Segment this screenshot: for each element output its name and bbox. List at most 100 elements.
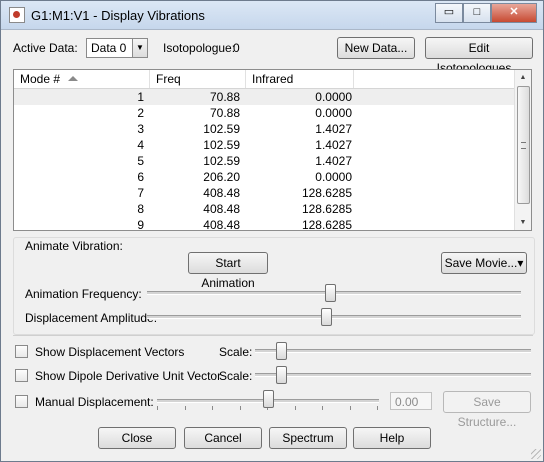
slider-tick: [322, 406, 323, 410]
minimize-button[interactable]: ▭: [435, 3, 463, 23]
dipole-scale-slider[interactable]: [276, 366, 288, 384]
displacement-amplitude-label: Displacement Amplitude:: [25, 311, 158, 325]
edit-isotopologues-button[interactable]: Edit Isotopologues...: [425, 37, 533, 75]
displacement-scale-track[interactable]: [255, 349, 531, 353]
separator: [13, 335, 533, 336]
table-row[interactable]: 1 70.88 0.0000: [14, 89, 514, 105]
freq-cell: 206.20: [203, 170, 240, 184]
table-row[interactable]: 2 70.88 0.0000: [14, 105, 514, 121]
show-displacement-vectors-label: Show Displacement Vectors: [35, 345, 185, 359]
scrollbar-thumb[interactable]: [517, 86, 530, 204]
scroll-up-icon[interactable]: ▲: [515, 70, 531, 85]
slider-tick: [184, 406, 186, 410]
animation-frequency-slider[interactable]: [324, 284, 336, 302]
table-row[interactable]: 6 206.20 0.0000: [14, 169, 514, 185]
animation-frequency-label: Animation Frequency:: [25, 287, 142, 301]
chevron-down-icon: ▼: [132, 39, 147, 57]
manual-displacement-slider[interactable]: [262, 390, 274, 408]
table-row[interactable]: 5 102.59 1.4027: [14, 153, 514, 169]
dropdown-arrow-icon: ▾: [517, 256, 524, 270]
table-row[interactable]: 3 102.59 1.4027: [14, 121, 514, 137]
displacement-amplitude-slider[interactable]: [321, 308, 333, 326]
mode-cell: 5: [137, 154, 144, 168]
slider-tick: [212, 406, 213, 410]
slider-tick: [239, 406, 241, 410]
dipole-scale-track[interactable]: [255, 373, 531, 377]
infrared-cell: 1.4027: [315, 122, 352, 136]
vibrations-table[interactable]: Mode # Freq Infrared 1 70.88 0.0000 2 70.88 0…: [13, 69, 532, 231]
show-dipole-derivative-checkbox[interactable]: [15, 369, 28, 382]
scale-label: Scale:: [219, 369, 253, 383]
start-animation-button[interactable]: Start Animation: [188, 252, 268, 290]
gaussview-icon: [9, 7, 25, 23]
freq-cell: 102.59: [203, 138, 240, 152]
freq-cell: 102.59: [203, 122, 240, 136]
active-data-value: Data 0: [91, 41, 127, 55]
infrared-cell: 0.0000: [315, 170, 352, 184]
mode-cell: 8: [137, 202, 144, 216]
infrared-cell: 128.6285: [301, 218, 352, 231]
freq-cell: 70.88: [209, 90, 240, 104]
save-movie-button[interactable]: Save Movie...▾: [441, 252, 527, 274]
table-row[interactable]: 9 408.48 128.6285: [14, 217, 514, 231]
title-bar[interactable]: G1:M1:V1 - Display Vibrations ▭ □ ✕: [1, 1, 543, 30]
freq-cell: 70.88: [209, 106, 240, 120]
minimize-icon: ▭: [443, 6, 455, 18]
scale-label: Scale:: [219, 345, 253, 359]
cancel-button[interactable]: Cancel: [184, 427, 262, 449]
table-row[interactable]: 7 408.48 128.6285: [14, 185, 514, 201]
column-header-mode[interactable]: Mode #: [14, 70, 150, 88]
slider-tick: [294, 406, 296, 410]
window-title: G1:M1:V1 - Display Vibrations: [31, 8, 205, 23]
displacement-amplitude-track[interactable]: [147, 315, 521, 319]
mode-cell: 3: [137, 122, 144, 136]
save-structure-button[interactable]: Save Structure...: [443, 391, 531, 429]
new-data-button[interactable]: New Data...: [337, 37, 415, 59]
column-header-infrared[interactable]: Infrared: [246, 70, 354, 88]
manual-displacement-value[interactable]: 0.00: [390, 392, 432, 410]
mode-cell: 7: [137, 186, 144, 200]
isotopologue-label: Isotopologue:: [163, 41, 236, 55]
show-dipole-derivative-label: Show Dipole Derivative Unit Vector: [35, 369, 222, 383]
show-displacement-vectors-checkbox[interactable]: [15, 345, 28, 358]
infrared-cell: 128.6285: [301, 202, 352, 216]
slider-tick: [349, 406, 351, 410]
column-header-label: Mode #: [20, 72, 61, 86]
display-vibrations-window: G1:M1:V1 - Display Vibrations ▭ □ ✕ Acti…: [0, 0, 544, 462]
infrared-cell: 1.4027: [315, 138, 352, 152]
freq-cell: 408.48: [203, 186, 240, 200]
manual-displacement-checkbox[interactable]: [15, 395, 28, 408]
mode-cell: 4: [137, 138, 144, 152]
infrared-cell: 0.0000: [315, 106, 352, 120]
close-window-button[interactable]: ✕: [491, 3, 537, 23]
column-header-label: Infrared: [252, 72, 294, 86]
close-button[interactable]: Close: [98, 427, 176, 449]
table-row[interactable]: 8 408.48 128.6285: [14, 201, 514, 217]
mode-cell: 2: [137, 106, 144, 120]
resize-grip-icon[interactable]: [531, 449, 541, 459]
spectrum-button[interactable]: Spectrum: [269, 427, 347, 449]
save-movie-label: Save Movie...: [444, 256, 518, 270]
mode-cell: 1: [137, 90, 144, 104]
freq-cell: 102.59: [203, 154, 240, 168]
infrared-cell: 1.4027: [315, 154, 352, 168]
infrared-cell: 0.0000: [315, 90, 352, 104]
column-header-label: Freq: [156, 72, 181, 86]
column-header-freq[interactable]: Freq: [150, 70, 246, 88]
active-data-select[interactable]: Data 0 ▼: [86, 38, 148, 58]
maximize-button[interactable]: □: [463, 3, 491, 23]
mode-cell: 6: [137, 170, 144, 184]
scroll-down-icon[interactable]: ▼: [515, 215, 531, 230]
table-row[interactable]: 4 102.59 1.4027: [14, 137, 514, 153]
slider-tick: [157, 406, 158, 410]
active-data-label: Active Data:: [13, 41, 78, 55]
table-header: Mode # Freq Infrared: [14, 70, 514, 89]
mode-cell: 9: [137, 218, 144, 231]
table-scrollbar[interactable]: ▲ ▼: [514, 70, 531, 230]
help-button[interactable]: Help: [353, 427, 431, 449]
grip-icon: [521, 142, 526, 149]
maximize-icon: □: [473, 6, 481, 18]
slider-tick: [377, 406, 378, 410]
displacement-scale-slider[interactable]: [276, 342, 288, 360]
infrared-cell: 128.6285: [301, 186, 352, 200]
